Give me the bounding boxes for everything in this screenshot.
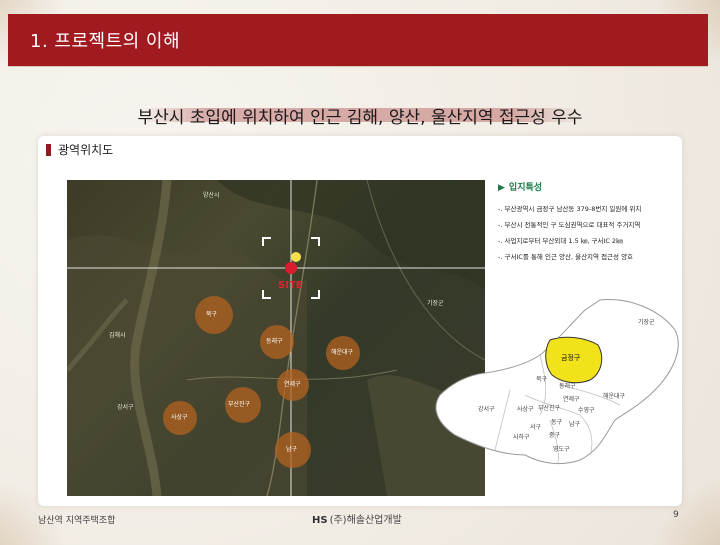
- district-label: 수영구: [578, 407, 595, 414]
- map-label-district: 사상구: [171, 414, 188, 421]
- features-title: ▶ 입지특성: [498, 180, 678, 193]
- district-label: 사상구: [517, 406, 534, 413]
- map-label-district: 남구: [286, 446, 298, 453]
- site-pin-icon: [285, 262, 297, 274]
- site-label: SITE: [278, 280, 303, 291]
- footer-company: HS (주)해솔산업개발: [312, 511, 402, 526]
- district-label: 동래구: [559, 383, 576, 390]
- district-label: 동구: [551, 419, 563, 426]
- district-highlight-label: 금정구: [561, 354, 581, 362]
- map-label-place: 양산시: [203, 192, 220, 199]
- feature-item: -. 구서IC를 통해 인근 양산, 울산지역 접근성 양호: [498, 253, 634, 261]
- site-marker-icon: [291, 252, 301, 262]
- map-label-district: 해운대구: [331, 349, 354, 356]
- map-label-district: 부산진구: [228, 401, 251, 408]
- page-number: 9: [673, 510, 679, 520]
- header-bar: 1. 프로젝트의 이해: [8, 14, 708, 66]
- header-divider: [8, 66, 708, 67]
- district-label: 사하구: [513, 434, 530, 441]
- district-label: 강서구: [478, 406, 495, 413]
- company-name: (주)해솔산업개발: [329, 515, 402, 526]
- district-label: 서구: [530, 424, 542, 431]
- feature-item: -. 사업지로부터 부산외대 1.5 ㎞, 구서IC 2㎞: [498, 237, 623, 245]
- district-map: 금정구 기장군 북구 동래구 해운대구 강서구 사상구 연제구 부산진구 수영구…: [430, 295, 686, 470]
- district-label: 부산진구: [538, 405, 561, 412]
- features-panel: ▶ 입지특성 -. 부산광역시 금정구 남산동 379-8번지 일원에 위치 -.…: [498, 180, 678, 265]
- location-map: SITE 북구 동래구 해운대구 연제구 부산진구 사상구 남구 양산시 기장군…: [67, 180, 485, 496]
- district-label: 해운대구: [603, 393, 626, 400]
- district-label: 기장군: [638, 319, 655, 326]
- footer-association: 남산역 지역주택조합: [38, 516, 116, 526]
- district-label: 연제구: [563, 396, 580, 403]
- feature-item: -. 부산시 전통적인 구 도심권역으로 대표적 주거지역: [498, 221, 641, 229]
- features-title-label: 입지특성: [508, 183, 543, 193]
- map-label-district: 동래구: [266, 338, 283, 345]
- slide: 1. 프로젝트의 이해 부산시 초입에 위치하여 인근 김해, 양산, 울산지역…: [0, 0, 720, 545]
- map-label-district: 연제구: [284, 381, 301, 388]
- map-label-place: 김해시: [109, 332, 126, 339]
- section-marker: [46, 144, 51, 156]
- section-title: 광역위치도: [58, 143, 114, 157]
- district-label: 북구: [536, 376, 548, 383]
- company-logo: HS: [312, 515, 328, 526]
- district-label: 영도구: [553, 446, 570, 453]
- map-label-place: 강서구: [117, 404, 134, 411]
- district-label: 중구: [549, 432, 561, 439]
- map-label-district: 북구: [206, 311, 218, 318]
- district-label: 남구: [569, 421, 581, 428]
- page-title: 1. 프로젝트의 이해: [30, 31, 181, 52]
- headline: 부산시 초입에 위치하여 인근 김해, 양산, 울산지역 접근성 우수: [137, 108, 583, 128]
- feature-item: -. 부산광역시 금정구 남산동 379-8번지 일원에 위치: [498, 205, 642, 213]
- triangle-right-icon: ▶: [498, 183, 505, 193]
